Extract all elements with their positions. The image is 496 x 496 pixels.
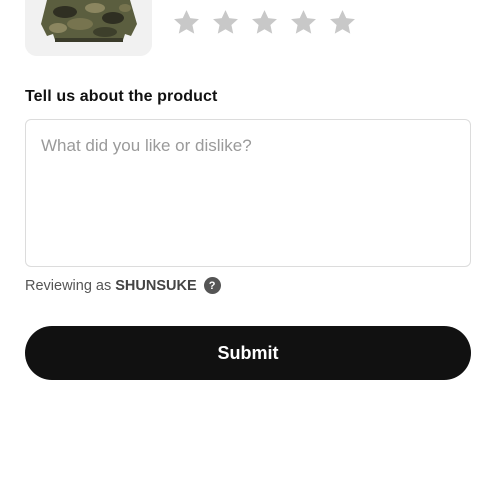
review-form-page: Tell us about the product Reviewing as S…	[0, 0, 496, 496]
reviewer-info: Reviewing as SHUNSUKE ?	[25, 277, 221, 294]
reviewer-name: SHUNSUKE	[115, 277, 197, 294]
camo-sweater-icon	[25, 0, 152, 56]
help-icon[interactable]: ?	[203, 277, 221, 294]
star-icon[interactable]	[172, 8, 201, 37]
review-textarea[interactable]	[25, 119, 471, 267]
star-icon[interactable]	[250, 8, 279, 37]
submit-button[interactable]: Submit	[25, 326, 471, 380]
star-icon[interactable]	[211, 8, 240, 37]
review-label: Tell us about the product	[25, 88, 218, 105]
product-image	[25, 0, 152, 56]
star-rating[interactable]	[172, 8, 357, 37]
star-icon[interactable]	[328, 8, 357, 37]
reviewer-prefix: Reviewing as	[25, 277, 112, 294]
star-icon[interactable]	[289, 8, 318, 37]
